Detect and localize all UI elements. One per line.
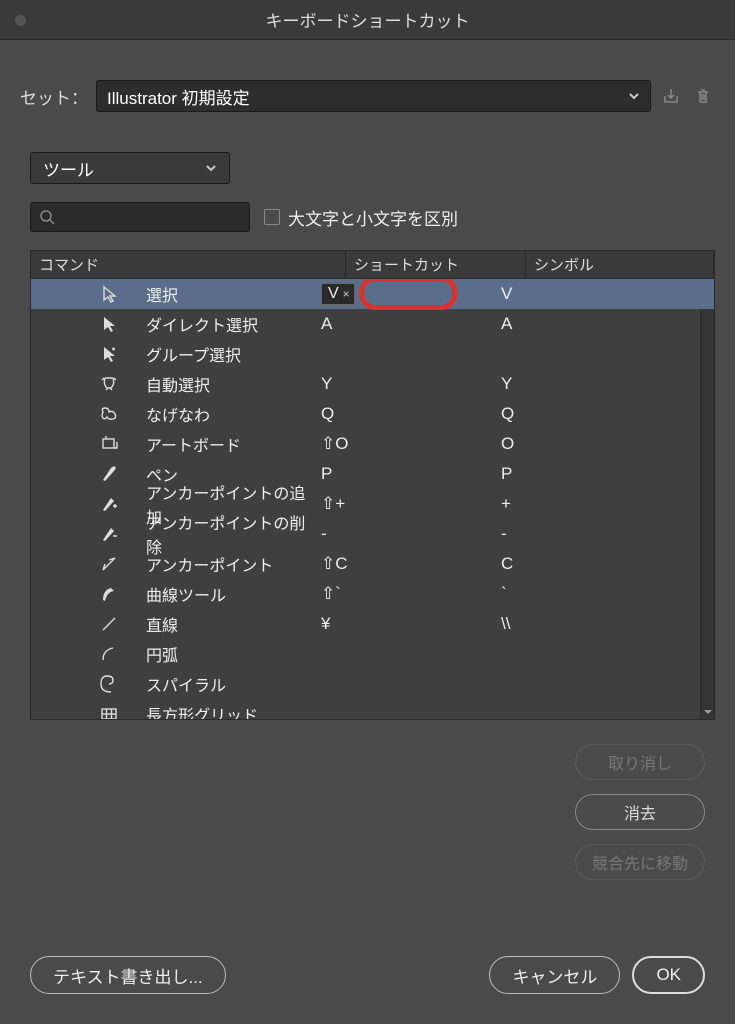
table-row[interactable]: 曲線ツール⇧`` (31, 579, 714, 609)
tool-icon (86, 524, 131, 544)
shortcut-cell[interactable]: ⇧O (321, 434, 501, 454)
symbol-cell: Y (501, 374, 714, 394)
table-row[interactable]: アンカーポイントの削除-- (31, 519, 714, 549)
col-symbol[interactable]: シンボル (526, 251, 714, 278)
table-row[interactable]: 選択V×V (31, 279, 714, 309)
checkbox-icon (264, 209, 280, 225)
tool-icon (86, 314, 131, 334)
set-dropdown[interactable]: Illustrator 初期設定 (96, 80, 651, 112)
shortcut-cell[interactable]: ⇧` (321, 584, 501, 604)
cancel-button[interactable]: キャンセル (489, 956, 620, 994)
close-window-dot[interactable] (15, 15, 26, 26)
shortcuts-table: コマンド ショートカット シンボル 選択V×Vダイレクト選択AAグループ選択自動… (30, 250, 715, 720)
symbol-cell: C (501, 554, 714, 574)
chevron-down-icon (628, 90, 640, 102)
table-body: 選択V×Vダイレクト選択AAグループ選択自動選択YYなげなわQQアートボード⇧O… (31, 279, 714, 719)
tool-icon (86, 404, 131, 424)
table-row[interactable]: アートボード⇧OO (31, 429, 714, 459)
save-set-icon[interactable] (659, 84, 683, 108)
table-row[interactable]: 円弧 (31, 639, 714, 669)
shortcut-cell[interactable]: Q (321, 404, 501, 424)
case-sensitive-checkbox[interactable]: 大文字と小文字を区別 (264, 205, 458, 230)
symbol-cell: + (501, 494, 714, 514)
tool-icon (86, 374, 131, 394)
table-row[interactable]: スパイラル (31, 669, 714, 699)
clear-shortcut-icon[interactable]: × (343, 287, 350, 301)
ok-button[interactable]: OK (632, 956, 705, 994)
shortcut-cell[interactable]: Y (321, 374, 501, 394)
tool-icon (86, 284, 131, 304)
tool-icon (86, 674, 131, 694)
symbol-cell: P (501, 464, 714, 484)
table-row[interactable]: グループ選択 (31, 339, 714, 369)
table-row[interactable]: 自動選択YY (31, 369, 714, 399)
shortcut-cell[interactable]: V× (321, 283, 501, 305)
set-row: セット： Illustrator 初期設定 (20, 80, 715, 112)
clear-button[interactable]: 消去 (575, 794, 705, 830)
shortcut-cell[interactable]: - (321, 524, 501, 544)
symbol-cell: Q (501, 404, 714, 424)
trash-icon[interactable] (691, 84, 715, 108)
tool-icon (86, 614, 131, 634)
table-row[interactable]: 長方形グリッド (31, 699, 714, 719)
dialog-title: キーボードショートカット (266, 7, 470, 32)
shortcut-cell[interactable]: ⇧C (321, 554, 501, 574)
table-row[interactable]: アンカーポイント⇧CC (31, 549, 714, 579)
symbol-cell: - (501, 524, 714, 544)
search-input[interactable] (30, 202, 250, 232)
tool-icon (86, 554, 131, 574)
set-label: セット： (20, 84, 88, 109)
table-row[interactable]: ダイレクト選択AA (31, 309, 714, 339)
chevron-down-icon (205, 162, 217, 174)
shortcut-edit-field[interactable]: V× (321, 283, 355, 305)
tool-icon (86, 644, 131, 664)
table-row[interactable]: 直線¥\\ (31, 609, 714, 639)
table-header: コマンド ショートカット シンボル (31, 251, 714, 279)
case-sensitive-label: 大文字と小文字を区別 (288, 205, 458, 230)
shortcut-cell[interactable]: ⇧+ (321, 494, 501, 514)
category-value: ツール (43, 156, 94, 181)
symbol-cell: A (501, 314, 714, 334)
export-text-button[interactable]: テキスト書き出し... (30, 956, 226, 994)
shortcut-cell[interactable]: ¥ (321, 614, 501, 634)
symbol-cell: \\ (501, 614, 714, 634)
set-value: Illustrator 初期設定 (107, 84, 250, 109)
tool-icon (86, 704, 131, 719)
col-shortcut[interactable]: ショートカット (346, 251, 526, 278)
symbol-cell: O (501, 434, 714, 454)
symbol-cell: ` (501, 584, 714, 604)
goto-conflict-button[interactable]: 競合先に移動 (575, 844, 705, 880)
shortcut-cell[interactable]: A (321, 314, 501, 334)
table-row[interactable]: なげなわQQ (31, 399, 714, 429)
col-command[interactable]: コマンド (31, 251, 346, 278)
tool-icon (86, 584, 131, 604)
tool-icon (86, 434, 131, 454)
shortcut-cell[interactable]: P (321, 464, 501, 484)
symbol-cell: V (501, 284, 714, 304)
undo-button[interactable]: 取り消し (575, 744, 705, 780)
tool-icon (86, 344, 131, 364)
category-dropdown[interactable]: ツール (30, 152, 230, 184)
search-icon (39, 209, 55, 225)
titlebar: キーボードショートカット (0, 0, 735, 40)
